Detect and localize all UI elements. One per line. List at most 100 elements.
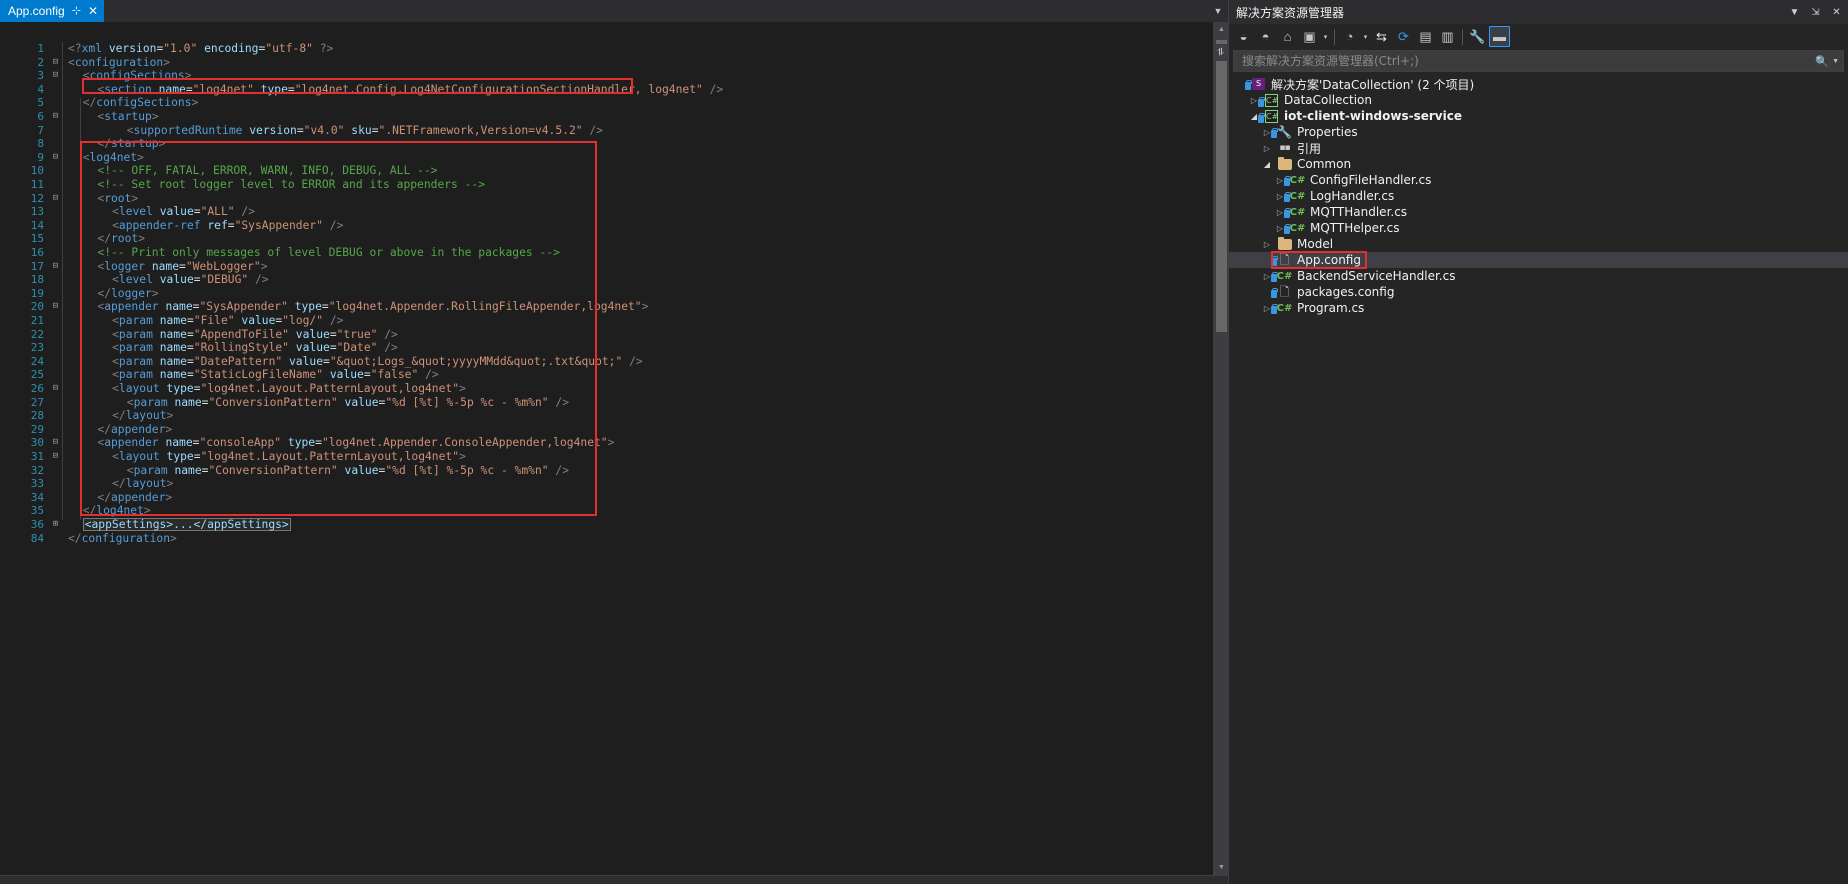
code-text: <appSettings>...</appSettings> <box>82 518 291 532</box>
fold-toggle-icon[interactable]: ⊟ <box>50 300 61 314</box>
close-icon[interactable]: ✕ <box>1829 3 1844 21</box>
code-text: </configSections> <box>82 96 199 110</box>
line-number: 1 <box>37 42 44 55</box>
code-line: 21 <param name="File" value="log/" /> <box>0 314 1213 328</box>
code-line: 28 </layout> <box>0 409 1213 423</box>
back-button[interactable]: ◒ <box>1233 26 1254 47</box>
code-line: 7 <supportedRuntime version="v4.0" sku=".… <box>0 124 1213 138</box>
forward-button[interactable]: ◓ <box>1255 26 1276 47</box>
code-line: 22 <param name="AppendToFile" value="true… <box>0 328 1213 342</box>
tree-item-label: 解决方案'DataCollection' (2 个项目) <box>1271 77 1475 92</box>
fold-toggle-icon[interactable]: ⊟ <box>50 151 61 165</box>
fold-toggle-icon[interactable]: ⊟ <box>50 69 61 83</box>
tree-item-loghandler.cs[interactable]: ▷ C# LogHandler.cs <box>1229 188 1848 204</box>
tree-item-model[interactable]: ▷ Model <box>1229 236 1848 252</box>
tree-item-packages.config[interactable]: 🗋 packages.config <box>1229 284 1848 300</box>
sync-with-active-document-button[interactable]: ⇆ <box>1371 26 1392 47</box>
code-line: 18 <level value="DEBUG" /> <box>0 273 1213 287</box>
line-number: 5 <box>37 96 44 110</box>
split-handle-icon[interactable]: ⥮ <box>1213 44 1228 61</box>
fold-toggle-icon[interactable]: ⊟ <box>50 56 61 70</box>
tree-item-configfilehandler.cs[interactable]: ▷ C# ConfigFileHandler.cs <box>1229 172 1848 188</box>
line-number: 21 <box>30 314 44 327</box>
code-text: <log4net> <box>82 150 144 164</box>
tree-item------datacollection---2-----[interactable]: S 解决方案'DataCollection' (2 个项目) <box>1229 76 1848 92</box>
code-text: <layout type="log4net.Layout.PatternLayo… <box>112 450 466 463</box>
solution-tree[interactable]: S 解决方案'DataCollection' (2 个项目) ▷ C# DataColl… <box>1229 74 1848 884</box>
chevron-down-icon[interactable]: ▼ <box>1787 3 1802 21</box>
fold-toggle-icon[interactable]: ⊟ <box>50 260 61 274</box>
tree-item-common[interactable]: ◢ Common <box>1229 156 1848 172</box>
line-number: 3 <box>37 69 44 83</box>
tree-item-datacollection[interactable]: ▷ C# DataCollection <box>1229 92 1848 108</box>
fold-toggle-icon[interactable]: ⊟ <box>50 382 61 396</box>
code-text: </log4net> <box>82 504 151 518</box>
solution-explorer-search[interactable]: 🔍 ▼ <box>1233 50 1844 72</box>
home-button[interactable]: ⌂ <box>1277 26 1298 47</box>
show-all-files-button[interactable]: ▥ <box>1437 26 1458 47</box>
solution-view-button[interactable]: ▣ <box>1299 26 1320 47</box>
code-text: <param name="DatePattern" value="&quot;L… <box>112 354 643 368</box>
chevron-down-icon[interactable]: ▼ <box>1832 58 1839 65</box>
code-line: 17 ⊟ <logger name="WebLogger"> <box>0 260 1213 274</box>
code-text: <!-- Print only messages of level DEBUG … <box>97 246 560 259</box>
line-number: 8 <box>37 137 44 151</box>
code-surface[interactable]: 1 <?xml version="1.0" encoding="utf-8" ?>… <box>0 22 1213 875</box>
line-number: 32 <box>30 463 44 477</box>
line-number: 17 <box>30 259 44 273</box>
code-line: 16 <!-- Print only messages of level DEBU… <box>0 246 1213 260</box>
line-number: 4 <box>37 82 44 96</box>
fold-toggle-icon[interactable]: ⊟ <box>50 192 61 206</box>
code-text: <appender name="SysAppender" type="log4n… <box>97 300 649 314</box>
preview-selected-items-button[interactable]: ▬ <box>1489 26 1510 47</box>
search-input[interactable] <box>1240 53 1816 69</box>
scroll-down-arrow-icon[interactable]: ▼ <box>1214 860 1228 875</box>
code-text: </layout> <box>112 477 174 491</box>
scroll-up-arrow-icon[interactable]: ▲ <box>1214 22 1228 37</box>
csharp-project-icon: C# <box>1258 109 1281 123</box>
solution-view-dropdown[interactable]: ▾ <box>1321 33 1330 41</box>
tree-item-label: Properties <box>1297 125 1358 139</box>
refresh-button[interactable]: ⟳ <box>1393 26 1414 47</box>
chevron-down-icon[interactable]: ▼ <box>1208 0 1228 22</box>
pin-icon[interactable]: ⇲ <box>1808 3 1823 21</box>
code-line: 15 </root> <box>0 232 1213 246</box>
tree-item-mqtthandler.cs[interactable]: ▷ C# MQTTHandler.cs <box>1229 204 1848 220</box>
tree-item-properties[interactable]: ▷ 🔧 Properties <box>1229 124 1848 140</box>
editor-vertical-scrollbar[interactable]: ▲ ▼ <box>1213 22 1228 875</box>
chevron-right-icon[interactable]: ▷ <box>1259 240 1275 249</box>
tree-item-iot-client-windows-service[interactable]: ◢ C# iot-client-windows-service <box>1229 108 1848 124</box>
chevron-right-icon[interactable]: ▷ <box>1259 144 1275 153</box>
csharp-file-icon: C# <box>1271 271 1294 282</box>
code-text: </logger> <box>97 286 159 300</box>
fold-toggle-icon[interactable]: ⊞ <box>50 518 61 532</box>
fold-toggle-icon[interactable]: ⊟ <box>50 110 61 124</box>
tree-item-mqtthelper.cs[interactable]: ▷ C# MQTTHelper.cs <box>1229 220 1848 236</box>
chevron-down-icon[interactable]: ◢ <box>1259 160 1275 169</box>
pin-icon[interactable]: ⊹ <box>72 5 81 17</box>
close-icon[interactable]: ✕ <box>88 5 98 17</box>
search-icon[interactable]: 🔍 <box>1815 55 1829 68</box>
pending-changes-filter-button[interactable]: ◔ <box>1339 26 1360 47</box>
collapsed-region[interactable]: <appSettings>...</appSettings> <box>82 518 291 531</box>
tree-item-program.cs[interactable]: ▷ C# Program.cs <box>1229 300 1848 316</box>
tree-item-app.config[interactable]: 🗋 App.config <box>1229 252 1848 268</box>
line-number: 9 <box>37 150 44 164</box>
properties-button[interactable]: 🔧 <box>1467 26 1488 47</box>
tab-app-config[interactable]: App.config ⊹ ✕ <box>0 0 104 22</box>
code-line: 5 </configSections> <box>0 96 1213 110</box>
pending-changes-dropdown[interactable]: ▾ <box>1361 33 1370 41</box>
code-text: </configuration> <box>68 531 177 545</box>
code-text: <layout type="log4net.Layout.PatternLayo… <box>112 382 466 395</box>
code-line: 4 <section name="log4net" type="log4net.C… <box>0 83 1213 97</box>
fold-toggle-icon[interactable]: ⊟ <box>50 436 61 450</box>
scrollbar-thumb[interactable] <box>1216 40 1227 332</box>
line-number: 84 <box>30 531 44 545</box>
line-number: 34 <box>30 490 44 504</box>
editor-tabstrip: App.config ⊹ ✕ ▼ <box>0 0 1228 22</box>
fold-toggle-icon[interactable]: ⊟ <box>50 450 61 464</box>
collapse-all-button[interactable]: ▤ <box>1415 26 1436 47</box>
tree-item-backendservicehandler.cs[interactable]: ▷ C# BackendServiceHandler.cs <box>1229 268 1848 284</box>
tree-item---[interactable]: ▷ ▪▪ 引用 <box>1229 140 1848 156</box>
toolbar-separator <box>1334 28 1335 45</box>
